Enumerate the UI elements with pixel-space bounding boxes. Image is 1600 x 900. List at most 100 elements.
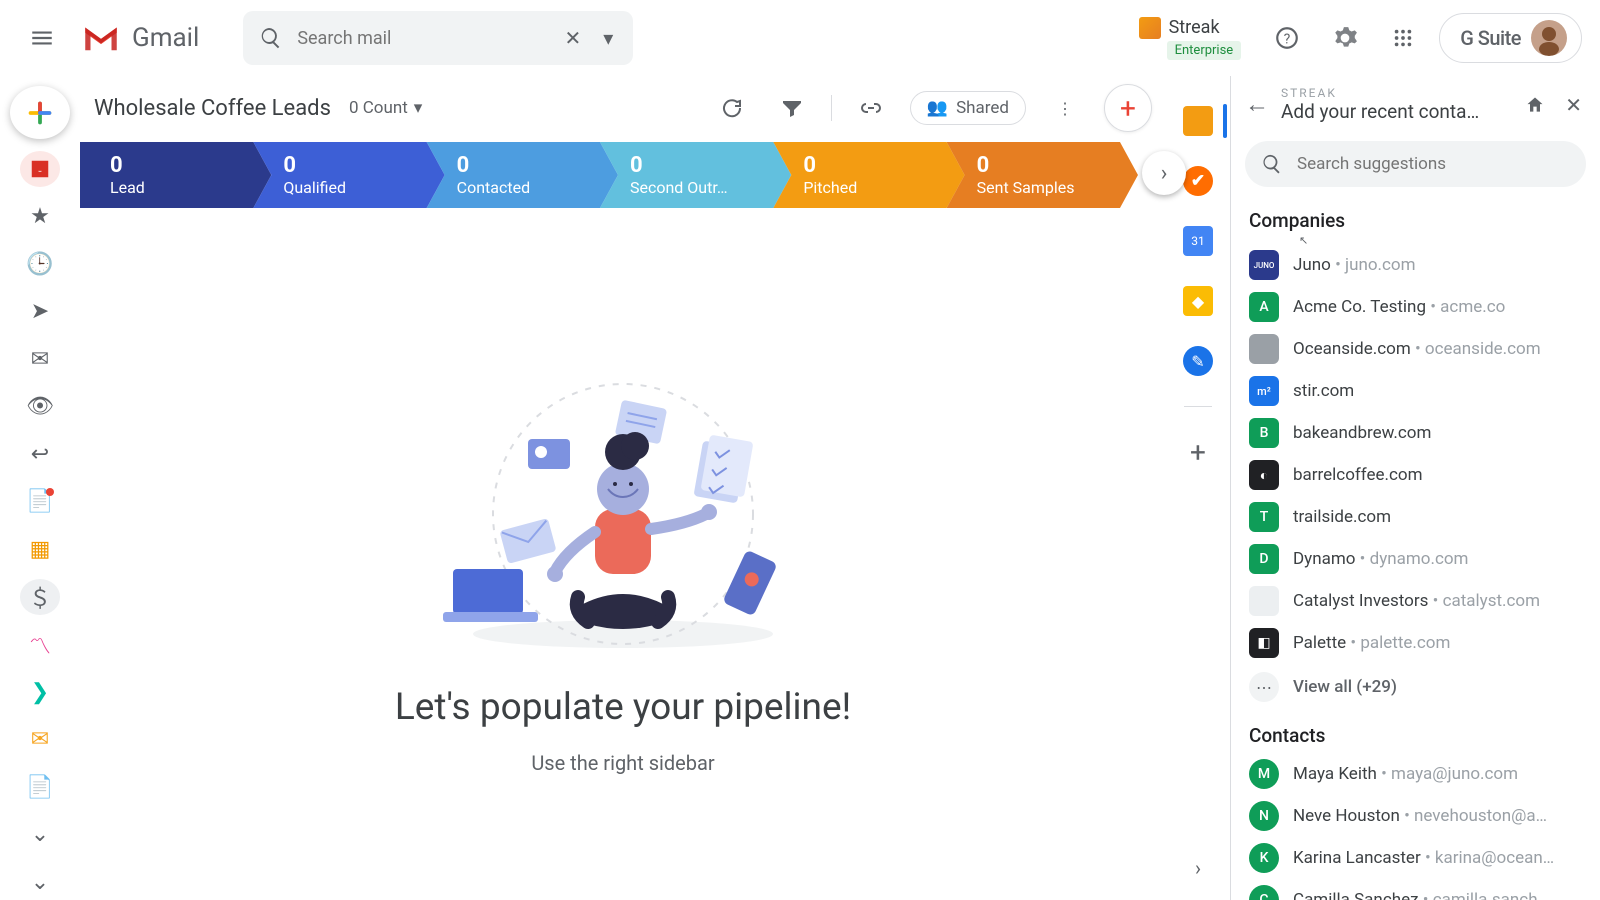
panel-home-button[interactable] (1521, 91, 1549, 119)
gear-icon (1332, 25, 1358, 51)
trends-nav[interactable]: 〽 (20, 627, 60, 663)
panel-search-input[interactable] (1297, 154, 1570, 174)
plus-icon: + (1120, 92, 1136, 125)
clock-icon: 🕒 (26, 252, 53, 277)
support-button[interactable]: ? (1265, 16, 1309, 60)
reply-icon: ↩ (31, 442, 49, 467)
rail-calendar[interactable]: 31 (1183, 226, 1213, 256)
gmail-logo-text: Gmail (132, 23, 199, 53)
shared-button[interactable]: 👥 Shared (910, 91, 1026, 125)
apps-button[interactable] (1381, 16, 1425, 60)
company-item[interactable]: DDynamo • dynamo.com (1231, 538, 1600, 580)
company-item[interactable]: ◧Palette • palette.com (1231, 622, 1600, 664)
filter-button[interactable] (771, 87, 813, 129)
grid-icon: ▦ (30, 537, 51, 562)
count-dropdown[interactable]: 0 Count ▾ (349, 98, 422, 118)
expand-more-nav[interactable]: ⌄ (20, 865, 60, 900)
watched-nav[interactable]: 👁 (20, 389, 60, 425)
link-button[interactable] (850, 87, 892, 129)
contact-item[interactable]: KKarina Lancaster • karina@ocean… (1231, 837, 1600, 879)
more-vert-icon: ⋮ (1057, 99, 1073, 118)
stage-nav[interactable]: ❯ (20, 674, 60, 710)
contact-item[interactable]: MMaya Keith • maya@juno.com (1231, 753, 1600, 795)
help-icon: ? (1274, 25, 1300, 51)
stage-contacted[interactable]: 0Contacted (427, 142, 618, 208)
snoozed-nav[interactable]: 🕒 (20, 246, 60, 282)
company-item[interactable]: ◐barrelcoffee.com (1231, 454, 1600, 496)
company-avatar: D (1249, 544, 1279, 574)
trend-icon: 〽 (29, 629, 51, 661)
rail-get-addons[interactable]: + (1183, 437, 1213, 467)
stage-sent-samples[interactable]: 0Sent Samples (947, 142, 1138, 208)
rail-tasks[interactable] (1183, 166, 1213, 196)
pipeline-title: Wholesale Coffee Leads (94, 96, 331, 121)
gmail-logo[interactable]: Gmail (80, 17, 199, 59)
contact-avatar: C (1249, 885, 1279, 900)
panel-back-button[interactable]: ← (1245, 90, 1269, 119)
company-item[interactable]: AAcme Co. Testing • acme.co (1231, 286, 1600, 328)
company-item[interactable]: Ttrailside.com (1231, 496, 1600, 538)
gsuite-account[interactable]: G Suite (1439, 13, 1582, 63)
compose-button[interactable] (10, 86, 70, 139)
rail-expand[interactable]: › (1195, 856, 1201, 880)
settings-button[interactable] (1323, 16, 1367, 60)
streak-extension-label[interactable]: Streak Enterprise (1139, 17, 1242, 60)
pipeline-nav[interactable]: ＄ (20, 579, 60, 615)
rail-addon[interactable]: ✎ (1183, 346, 1213, 376)
company-item[interactable]: Catalyst Investors • catalyst.com (1231, 580, 1600, 622)
refresh-button[interactable] (711, 87, 753, 129)
doc-icon: 📄 (26, 775, 53, 800)
drafts-nav[interactable]: ✉ (20, 342, 60, 378)
replied-nav[interactable]: ↩ (20, 437, 60, 473)
panel-title: Add your recent conta… (1281, 100, 1509, 123)
user-avatar[interactable] (1531, 20, 1567, 56)
more-button[interactable]: ⋮ (1044, 87, 1086, 129)
home-icon (1525, 95, 1545, 115)
dollar-icon: ＄ (29, 581, 51, 613)
filter-icon (780, 96, 804, 120)
contact-avatar: M (1249, 759, 1279, 789)
contact-item[interactable]: CCamilla Sanchez • camilla.sanch… (1231, 879, 1600, 900)
stage-second-outr-[interactable]: 0Second Outr… (600, 142, 791, 208)
company-avatar: T (1249, 502, 1279, 532)
chevron-right-icon: › (1161, 161, 1168, 186)
search-input[interactable] (297, 28, 546, 49)
mail-alt-nav[interactable]: ✉ (20, 722, 60, 758)
inbox-icon (29, 158, 51, 180)
docs-nav[interactable]: 📄 (20, 769, 60, 805)
panel-search[interactable] (1245, 141, 1586, 187)
company-item[interactable]: m²stir.com (1231, 370, 1600, 412)
plus-icon (23, 96, 57, 130)
panel-close-button[interactable]: ✕ (1561, 89, 1586, 121)
expand-less-nav[interactable]: ⌄ (20, 817, 60, 853)
streak-icon (1139, 17, 1161, 39)
view-all-companies[interactable]: ⋯ View all (+29) (1231, 664, 1600, 710)
starred-nav[interactable]: ★ (20, 199, 60, 235)
chevron-down-icon: ▾ (414, 98, 423, 118)
eye-icon: 👁 (26, 394, 54, 419)
stage-lead[interactable]: 0Lead (80, 142, 271, 208)
company-item[interactable]: JUNOJuno • juno.com (1231, 244, 1600, 286)
company-item[interactable]: Oceanside.com • oceanside.com (1231, 328, 1600, 370)
gmail-icon (80, 17, 122, 59)
rail-streak[interactable] (1183, 106, 1213, 136)
search-bar[interactable]: ✕ ▾ (243, 11, 633, 65)
attachments-nav[interactable]: 📄 (20, 484, 60, 520)
search-options-dropdown[interactable]: ▾ (599, 22, 617, 54)
cursor-indicator: ↖ (1231, 234, 1600, 244)
rail-keep[interactable]: ◆ (1183, 286, 1213, 316)
stages-next-button[interactable]: › (1142, 151, 1186, 195)
company-avatar: A (1249, 292, 1279, 322)
stage-qualified[interactable]: 0Qualified (253, 142, 444, 208)
contact-item[interactable]: NNeve Houston • nevehouston@a… (1231, 795, 1600, 837)
add-button[interactable]: + (1104, 84, 1152, 132)
stage-pitched[interactable]: 0Pitched (773, 142, 964, 208)
panel-brand: STREAK (1281, 86, 1509, 100)
envelope-icon: ✉ (31, 727, 49, 752)
clear-search-button[interactable]: ✕ (561, 22, 586, 54)
sent-nav[interactable]: ➤ (20, 294, 60, 330)
apps-nav[interactable]: ▦ (20, 532, 60, 568)
inbox-nav[interactable] (20, 151, 60, 187)
main-menu-button[interactable] (18, 14, 66, 62)
company-item[interactable]: Bbakeandbrew.com (1231, 412, 1600, 454)
